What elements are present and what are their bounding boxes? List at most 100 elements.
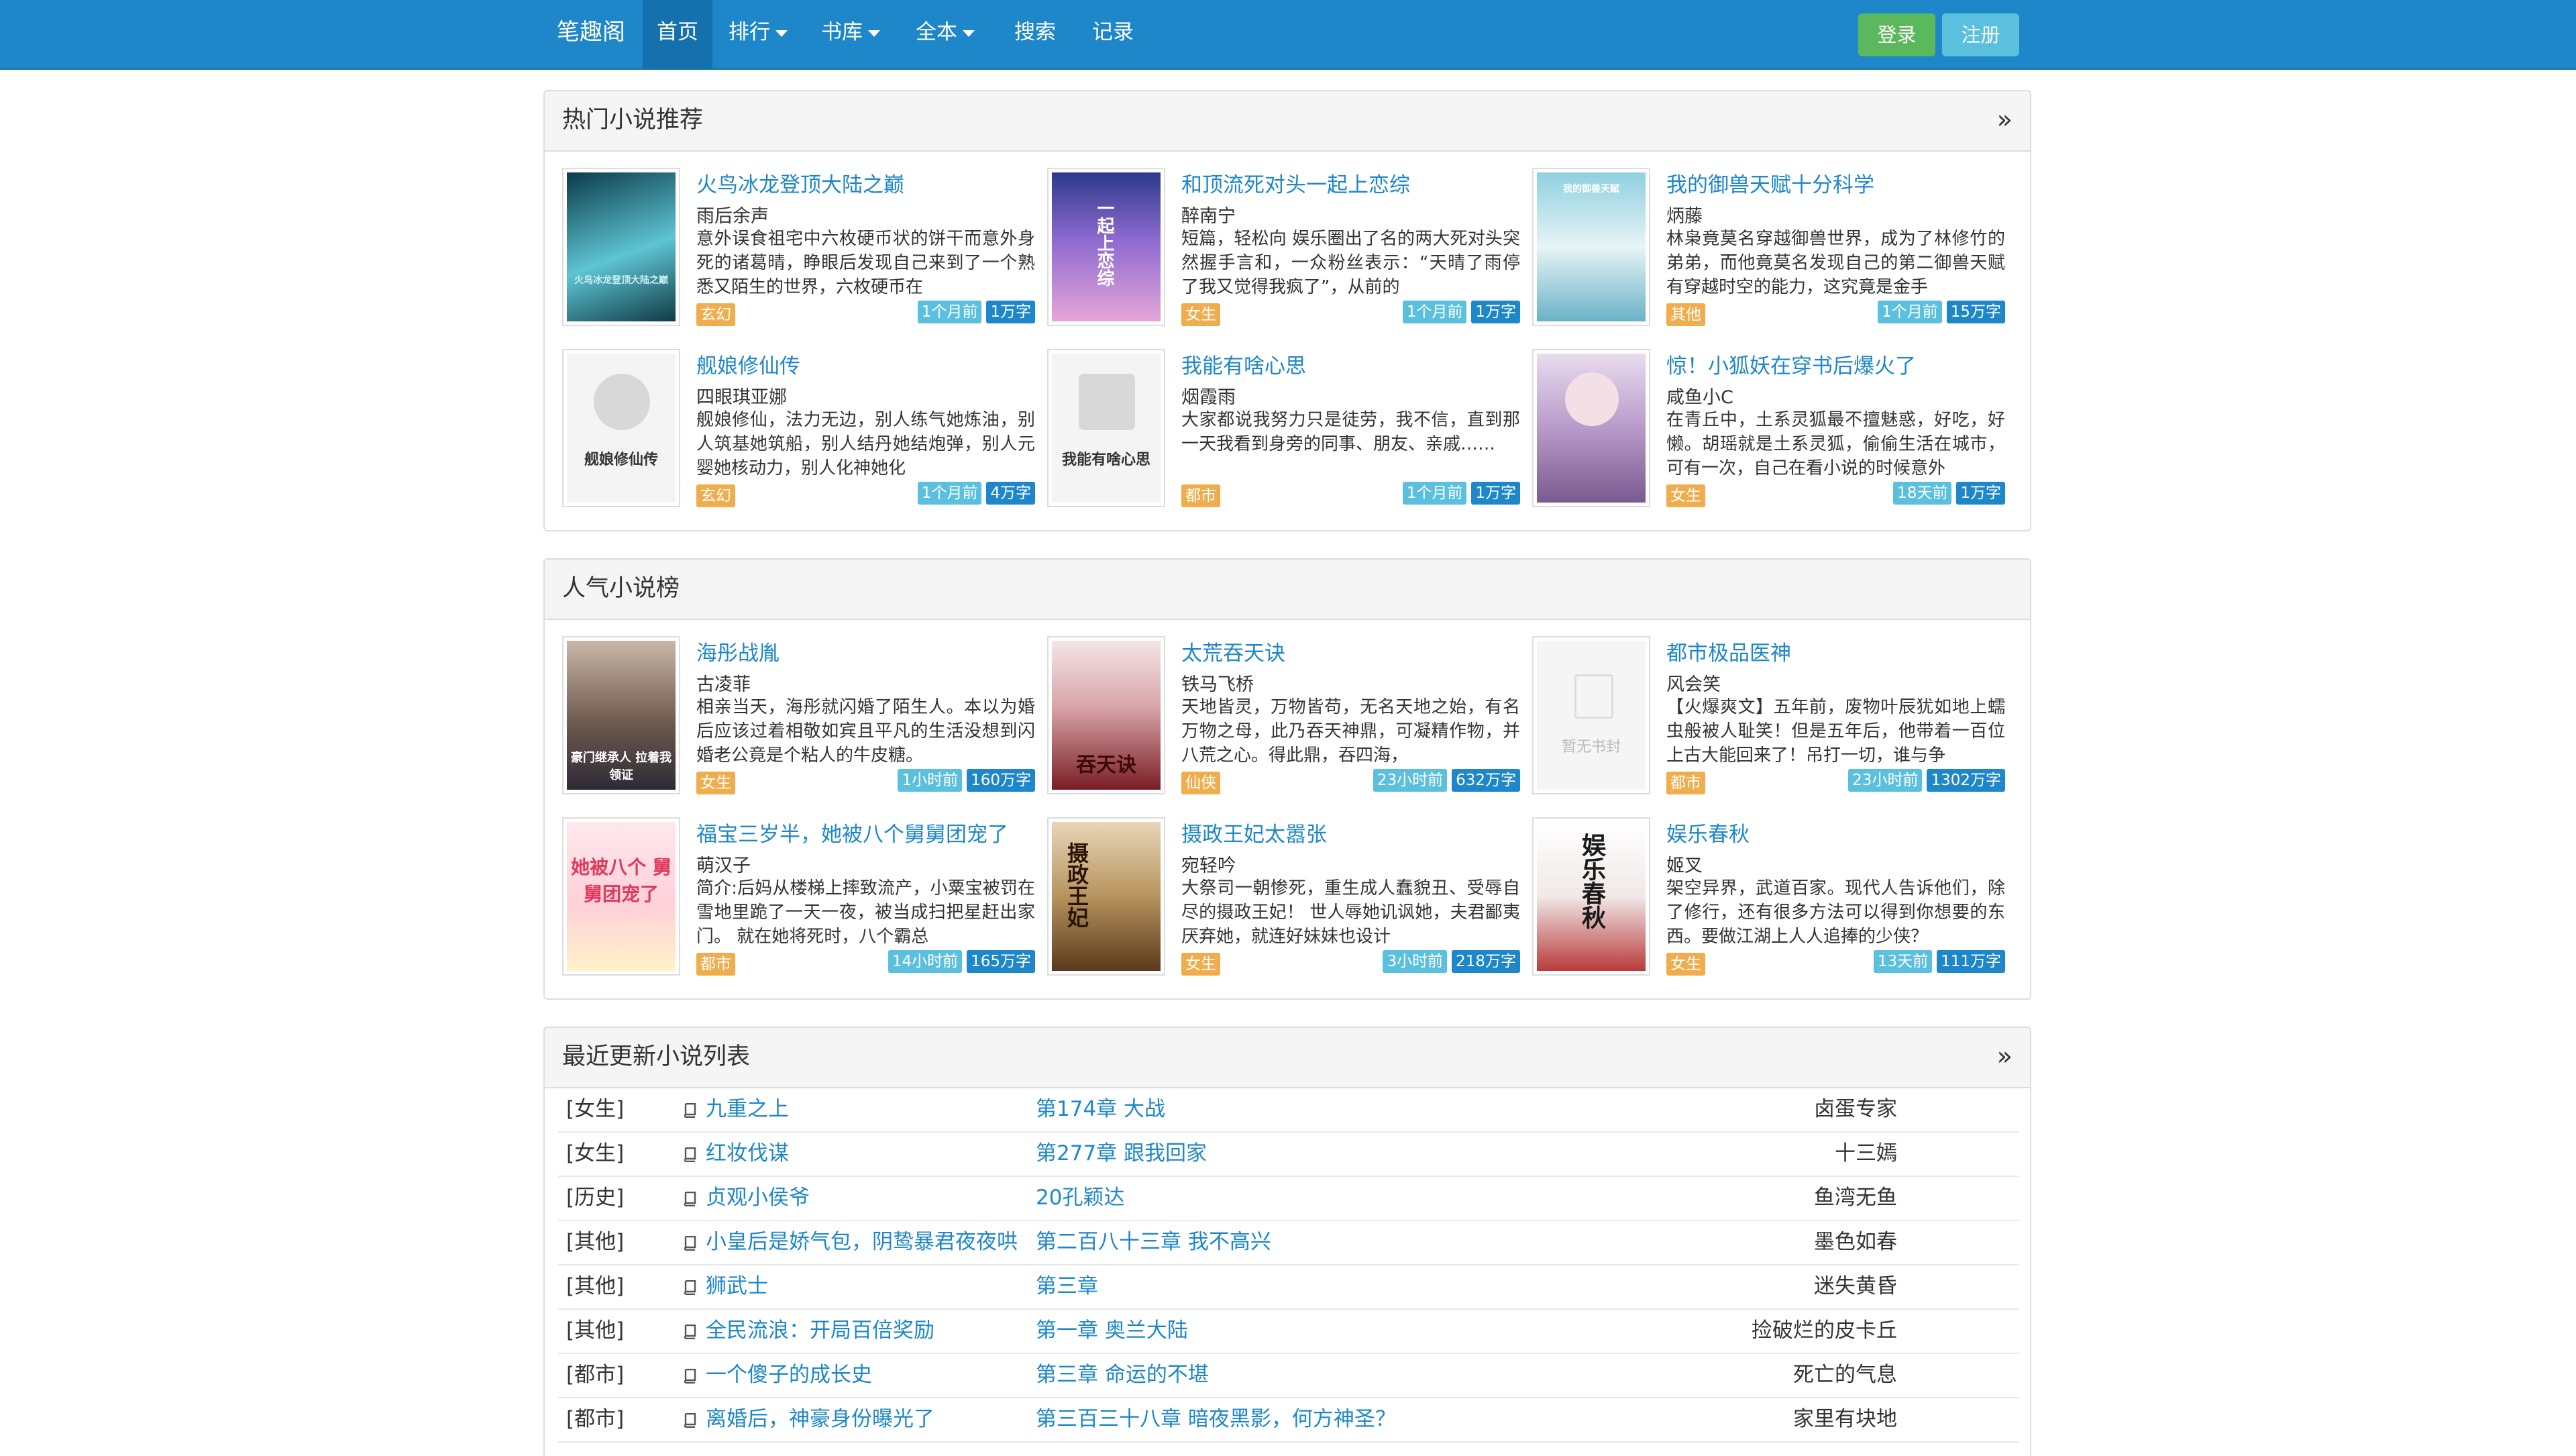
book-title[interactable]: 太荒吞天诀	[1181, 636, 1285, 666]
book-cover[interactable]	[1532, 349, 1650, 507]
book-link[interactable]: 离婚后，神豪身份曝光了	[706, 1398, 934, 1440]
cover-lettering: 娱乐春秋	[1578, 833, 1606, 929]
book-card[interactable]: 娱乐春秋 娱乐春秋 姬叉 架空异界，武道百家。现代人告诉他们，除了修行，还有很多…	[1532, 817, 2005, 978]
update-time-badge: 14小时前	[888, 950, 963, 973]
book-title[interactable]: 舰娘修仙传	[696, 349, 800, 379]
book-link[interactable]: 贞观小侯爷	[706, 1177, 810, 1218]
book-cover[interactable]: 她被八个 舅舅团宠了	[562, 817, 680, 976]
book-card[interactable]: 豪门继承人 拉着我领证 海彤战胤 古凌菲 相亲当天，海彤就闪婚了陌生人。本以为婚…	[562, 636, 1035, 797]
update-time-badge: 13天前	[1873, 950, 1933, 973]
chapter-link[interactable]: 第三章 命运的不堪	[1036, 1354, 1209, 1396]
nav-ranking[interactable]: 排行	[721, 0, 795, 68]
book-author: 烟霞雨	[1181, 387, 1236, 408]
book-card[interactable]: 一起上恋综 和顶流死对头一起上恋综 醉南宁 短篇，轻松向 娱乐圈出了名的两大死对…	[1047, 168, 1520, 329]
book-title[interactable]: 娱乐春秋	[1666, 817, 1750, 847]
update-time-badge: 1个月前	[1402, 301, 1467, 323]
nav-library[interactable]: 书库	[814, 0, 888, 68]
list-item: [都市] 离婚后，神豪身份曝光了 第三百三十八章 暗夜黑影，何方神圣？ 家里有块…	[558, 1398, 2019, 1443]
book-title[interactable]: 惊！小狐妖在穿书后爆火了	[1666, 349, 1916, 379]
book-title[interactable]: 福宝三岁半，她被八个舅舅团宠了	[696, 817, 1008, 847]
book-cover[interactable]: 摄政王妃	[1047, 817, 1165, 976]
book-cover[interactable]: 一起上恋综	[1047, 168, 1165, 326]
hot-novels-panel: 热门小说推荐 » 火鸟冰龙登顶大陆之巅 火鸟冰龙登顶大陆之巅 雨后余声 意外误食…	[543, 90, 2031, 531]
nav-complete[interactable]: 全本	[908, 0, 982, 68]
book-cover[interactable]: 豪门继承人 拉着我领证	[562, 636, 680, 794]
book-link[interactable]: 一个傻子的成长史	[706, 1354, 872, 1396]
book-card[interactable]: 我能有啥心思 我能有啥心思 烟霞雨 大家都说我努力只是徒劳，我不信，直到那一天我…	[1047, 349, 1520, 510]
book-card[interactable]: 惊！小狐妖在穿书后爆火了 咸鱼小C 在青丘中，土系灵狐最不擅魅惑，好吃，好懒。胡…	[1532, 349, 2005, 510]
book-cover[interactable]: 暂无书封	[1532, 636, 1650, 794]
book-card[interactable]: 摄政王妃 摄政王妃太嚣张 宛轻吟 大祭司一朝惨死，重生成人蠢貌丑、受辱自尽的摄政…	[1047, 817, 1520, 978]
book-title[interactable]: 都市极品医神	[1666, 636, 1791, 666]
cover-image: 吞天诀	[1052, 641, 1161, 790]
book-link[interactable]: 狮武士	[706, 1265, 768, 1307]
book-cover[interactable]: 我的御兽天赋	[1532, 168, 1650, 326]
chapter-link[interactable]: 第一章 奥兰大陆	[1036, 1310, 1188, 1351]
panel-title: 人气小说榜	[562, 575, 680, 602]
cover-image: 我能有啥心思	[1052, 354, 1161, 503]
nav-history[interactable]: 记录	[1083, 0, 1143, 68]
book-title[interactable]: 和顶流死对头一起上恋综	[1181, 168, 1410, 198]
nav-library-label: 书库	[821, 20, 863, 44]
book-link[interactable]: 全民流浪：开局百倍奖励	[706, 1310, 934, 1351]
top-navbar: 笔趣阁 首页 排行 书库 全本 搜索 记录 登录 注册	[0, 0, 2576, 70]
book-card[interactable]: 舰娘修仙传 舰娘修仙传 四眼琪亚娜 舰娘修仙，法力无边，别人练气她炼油，别人筑基…	[562, 349, 1035, 510]
book-cover[interactable]: 我能有啥心思	[1047, 349, 1165, 507]
nav-search[interactable]: 搜索	[1005, 0, 1065, 68]
book-author: 铁马飞桥	[1181, 674, 1254, 695]
book-title[interactable]: 海彤战胤	[696, 636, 780, 666]
update-time-badge: 1个月前	[917, 482, 982, 505]
row-category: [女生]	[566, 1141, 625, 1165]
nav-home[interactable]: 首页	[643, 0, 712, 68]
cover-lettering: 豪门继承人 拉着我领证	[570, 751, 672, 782]
chapter-link[interactable]: 第174章 大战	[1036, 1088, 1165, 1130]
book-title[interactable]: 摄政王妃太嚣张	[1181, 817, 1327, 847]
register-button[interactable]: 注册	[1942, 13, 2019, 56]
book-cover[interactable]: 火鸟冰龙登顶大陆之巅	[562, 168, 680, 326]
book-card[interactable]: 我的御兽天赋 我的御兽天赋十分科学 炳藤 林枭竟莫名穿越御兽世界，成为了林修竹的…	[1532, 168, 2005, 329]
cover-lettering: 我能有啥心思	[1061, 451, 1150, 468]
badge-row: 14小时前 165万字	[888, 950, 1035, 973]
list-item: [历史] 贞观小侯爷 20孔颖达 鱼湾无鱼	[558, 1177, 2019, 1221]
word-count-badge: 632万字	[1452, 769, 1520, 792]
book-title[interactable]: 我能有啥心思	[1181, 349, 1306, 379]
update-time-badge: 23小时前	[1373, 769, 1448, 792]
book-card[interactable]: 吞天诀 太荒吞天诀 铁马飞桥 天地皆灵，万物皆苟，无名天地之始，有名万物之母，此…	[1047, 636, 1520, 797]
badge-row: 1个月前 15万字	[1878, 301, 2005, 323]
cover-emblem	[1079, 374, 1135, 430]
row-category: [其他]	[566, 1318, 625, 1343]
cover-lettering: 摄政王妃	[1064, 842, 1089, 928]
book-cover[interactable]: 舰娘修仙传	[562, 349, 680, 507]
book-link[interactable]: 红妆伐谋	[706, 1133, 789, 1174]
cover-lettering: 舰娘修仙传	[584, 451, 658, 468]
row-category: [其他]	[566, 1230, 625, 1254]
row-author: 卤蛋专家	[1814, 1097, 1897, 1121]
cover-image	[1537, 354, 1646, 503]
word-count-badge: 1万字	[986, 301, 1035, 323]
chapter-link[interactable]: 第二百八十三章 我不高兴	[1036, 1221, 1271, 1263]
badge-row: 1个月前 4万字	[917, 482, 1035, 505]
login-button[interactable]: 登录	[1858, 13, 1935, 56]
row-category: [都市]	[566, 1407, 625, 1431]
book-title[interactable]: 火鸟冰龙登顶大陆之巅	[696, 168, 904, 198]
recent-updates-panel: 最近更新小说列表 » [女生] 九重之上 第174章 大战 卤蛋专家 [女生] …	[543, 1027, 2031, 1456]
chapter-link[interactable]: 第三百三十八章 暗夜黑影，何方神圣？	[1036, 1398, 1396, 1440]
book-link[interactable]: 九重之上	[706, 1088, 789, 1130]
book-cover[interactable]: 娱乐春秋	[1532, 817, 1650, 976]
book-title[interactable]: 我的御兽天赋十分科学	[1666, 168, 1874, 198]
badge-row: 18天前 1万字	[1893, 482, 2005, 505]
book-cover[interactable]: 吞天诀	[1047, 636, 1165, 794]
book-card[interactable]: 她被八个 舅舅团宠了 福宝三岁半，她被八个舅舅团宠了 萌汉子 简介:后妈从楼梯上…	[562, 817, 1035, 978]
badge-row: 23小时前 1302万字	[1848, 769, 2005, 792]
book-intro: 林枭竟莫名穿越御兽世界，成为了林修竹的弟弟，而他竟莫名发现自己的第二御兽天赋有穿…	[1666, 229, 2005, 297]
book-card[interactable]: 火鸟冰龙登顶大陆之巅 火鸟冰龙登顶大陆之巅 雨后余声 意外误食祖宅中六枚硬币状的…	[562, 168, 1035, 329]
book-link[interactable]: 小皇后是娇气包，阴鸷暴君夜夜哄	[706, 1221, 1018, 1263]
badge-row: 1小时前 160万字	[898, 769, 1035, 792]
site-logo[interactable]: 笔趣阁	[557, 0, 625, 68]
chapter-link[interactable]: 20孔颖达	[1036, 1177, 1124, 1218]
book-card[interactable]: 暂无书封 都市极品医神 风会笑 【火爆爽文】五年前，废物叶辰犹如地上蠕虫般被人耻…	[1532, 636, 2005, 797]
double-chevron-right-icon[interactable]: »	[1997, 1028, 2012, 1084]
double-chevron-right-icon[interactable]: »	[1997, 91, 2012, 148]
chapter-link[interactable]: 第277章 跟我回家	[1036, 1133, 1207, 1174]
chapter-link[interactable]: 第三章	[1036, 1265, 1098, 1307]
